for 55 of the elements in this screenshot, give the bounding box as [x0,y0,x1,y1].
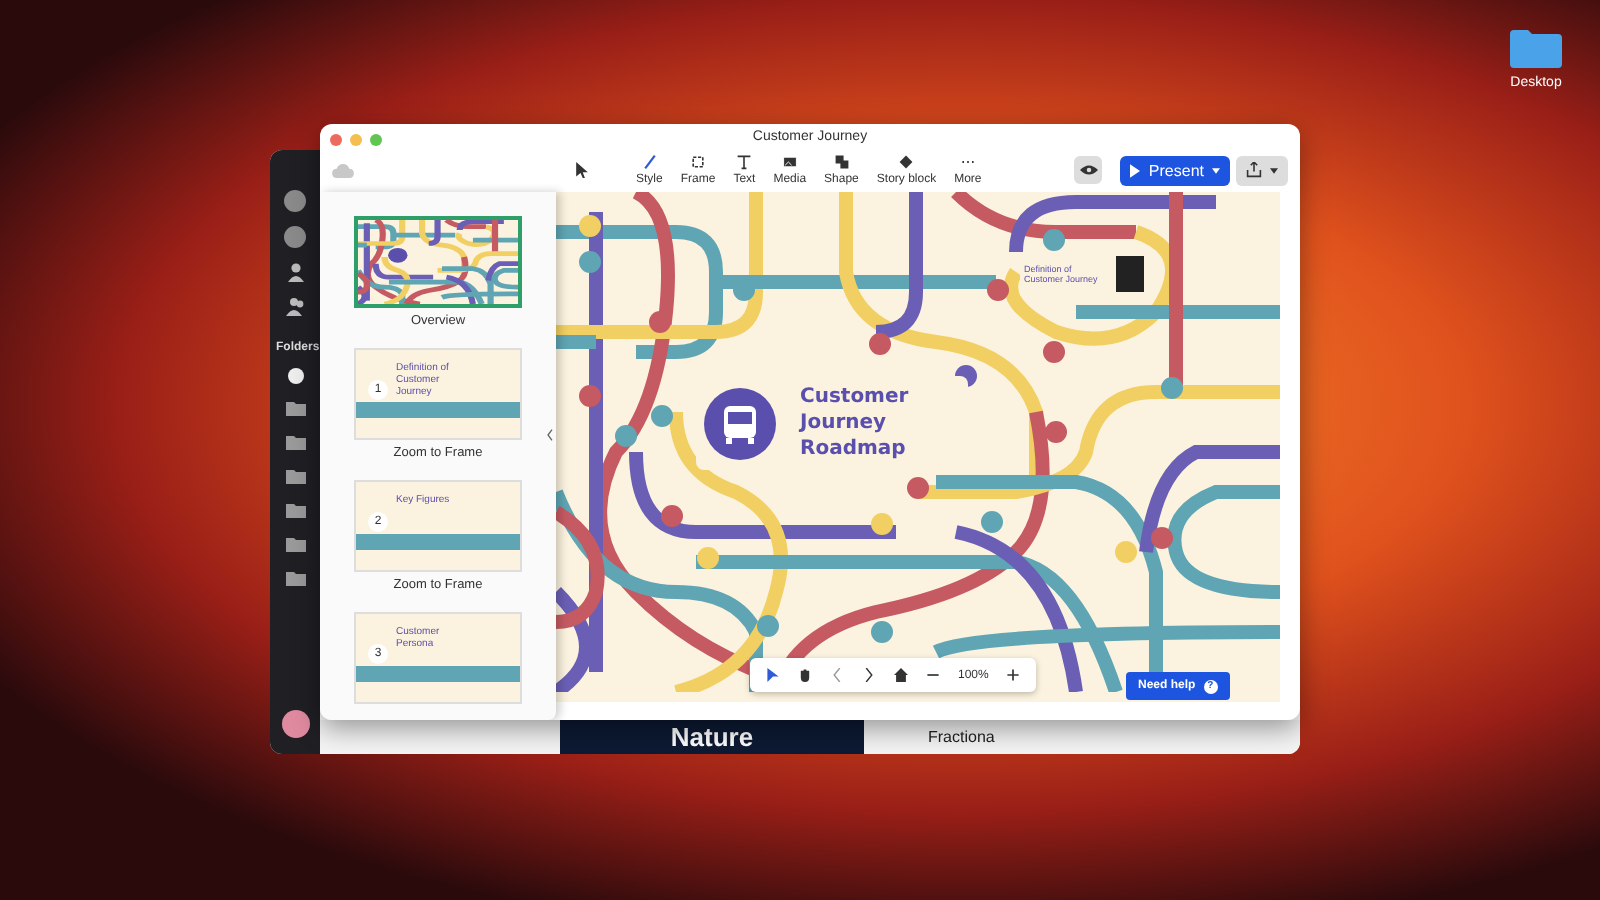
shapes-icon [833,154,850,171]
chevron-left-icon[interactable] [546,428,554,442]
stop-marker [987,279,1009,301]
zoom-out-icon[interactable] [926,668,940,682]
frame-thumbnail[interactable] [354,216,522,308]
folder-title: Nature [560,720,864,754]
folder-title: Fractiona [928,728,995,746]
stop-marker [615,425,637,447]
text-icon [736,154,753,171]
caret-icon [1270,167,1278,174]
play-icon [1130,163,1141,178]
stop-marker [579,251,601,273]
zoom-in-icon[interactable] [1006,668,1021,682]
pen-icon [641,154,658,171]
cursor-icon[interactable] [576,162,588,179]
diamond-icon [898,154,915,171]
add-folder-icon[interactable] [287,368,303,384]
caret-icon [1212,167,1220,174]
hand-tool-icon[interactable] [798,668,812,682]
present-button[interactable]: Present [1120,155,1230,186]
stop-marker [661,505,683,527]
share-button[interactable] [1236,155,1288,186]
bus-icon [704,387,776,459]
people-icon[interactable] [285,296,305,316]
stop-marker [1045,421,1067,443]
stop-marker [1151,527,1173,549]
stop-marker [579,215,601,237]
stop-marker [649,311,671,333]
preview-button[interactable] [1074,156,1103,185]
stop-marker [757,615,779,637]
frame-icon [690,154,707,171]
close-button[interactable] [330,134,342,146]
stop-marker [1043,341,1065,363]
stop-marker [981,511,1003,533]
next-icon[interactable] [862,668,876,682]
stop-marker [579,385,601,407]
select-tool-icon[interactable] [766,668,780,682]
person-icon[interactable] [285,262,305,282]
stop-marker [1161,377,1183,399]
stop-marker [871,513,893,535]
stop-marker [871,621,893,643]
stop-marker [1043,229,1065,251]
image-icon [781,154,798,171]
stop-marker [697,547,719,569]
avatar[interactable] [282,710,310,738]
stop-marker [869,333,891,355]
eye-icon [1079,164,1098,177]
previous-icon[interactable] [830,668,844,682]
stop-marker [907,477,929,499]
folder-icon[interactable] [1510,28,1562,68]
presentation-title: Customer Journey Roadmap [800,384,911,462]
share-icon [1246,162,1262,179]
stop-marker [651,405,673,427]
stop-marker [1115,541,1137,563]
photo-placeholder [1116,256,1144,292]
